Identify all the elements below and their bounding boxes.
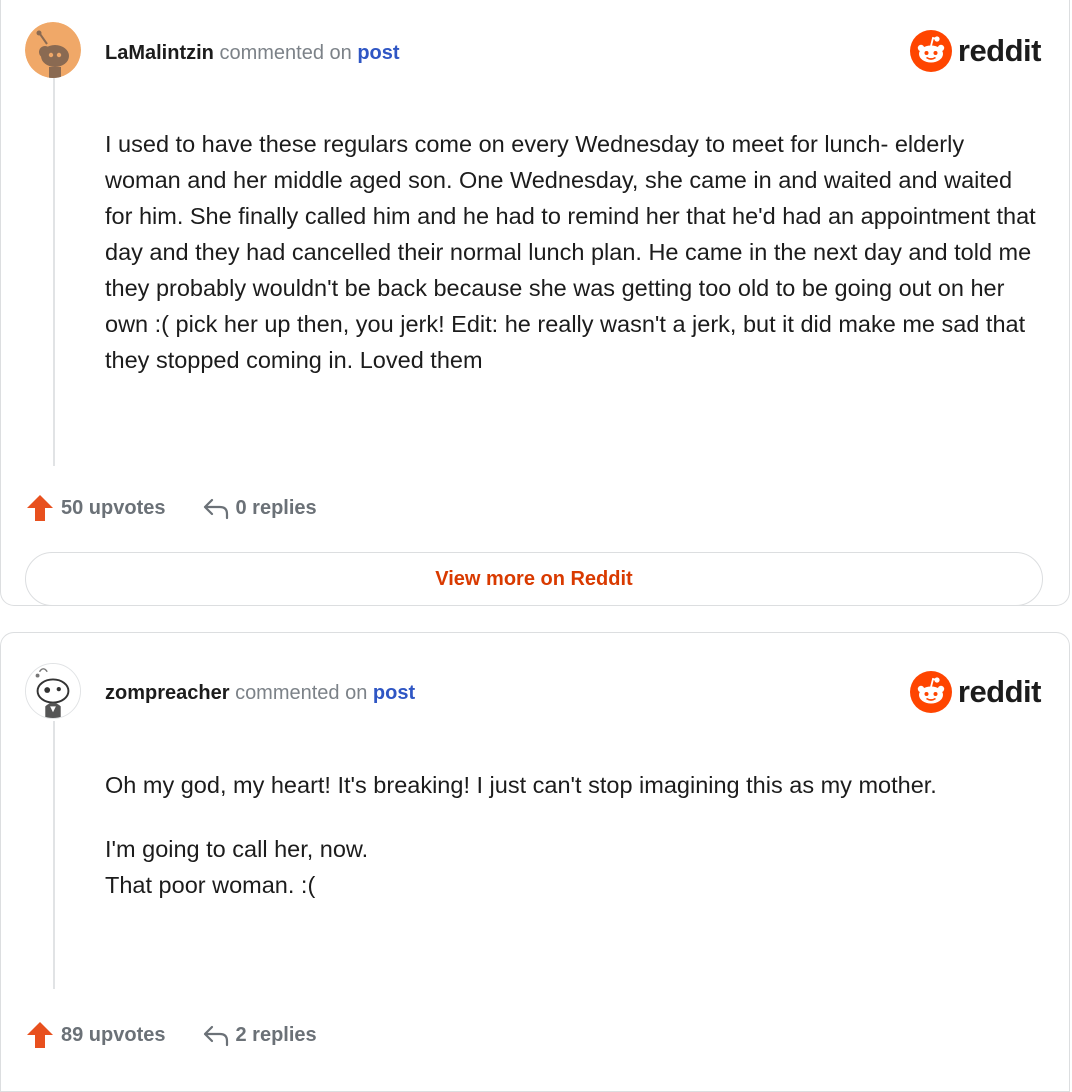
- reddit-logo[interactable]: reddit: [909, 28, 1042, 74]
- user-avatar[interactable]: [25, 663, 81, 719]
- snoo-avatar-icon: [25, 22, 81, 78]
- reddit-wordmark: reddit: [957, 674, 1042, 709]
- author-name[interactable]: zompreacher: [105, 682, 230, 704]
- reddit-snoo-icon: [909, 30, 952, 72]
- upvote-arrow-icon[interactable]: [25, 1020, 55, 1050]
- author-name[interactable]: LaMalintzin: [105, 42, 214, 64]
- comment-paragraph: I'm going to call her, now. That poor wo…: [105, 836, 369, 898]
- upvote-count: 50 upvotes: [61, 496, 166, 519]
- reply-count[interactable]: 2 replies: [235, 1024, 316, 1047]
- reply-count[interactable]: 0 replies: [235, 497, 316, 520]
- commented-on-text: commented on: [235, 682, 368, 704]
- comment-paragraph: Oh my god, my heart! It's breaking! I ju…: [105, 772, 937, 798]
- post-link[interactable]: post: [357, 42, 399, 64]
- comment-actions: 50 upvotes 0 replies: [25, 492, 317, 524]
- comment-header: LaMalintzin commented on post: [105, 41, 400, 65]
- comment-card: zompreacher commented on post reddit Oh …: [0, 632, 1070, 1092]
- upvote-count: 89 upvotes: [61, 1023, 166, 1046]
- comment-card: LaMalintzin commented on post reddit I u…: [0, 0, 1070, 606]
- snoo-avatar-icon: [26, 664, 80, 718]
- commented-on-text: commented on: [219, 42, 352, 64]
- thread-line: [53, 76, 55, 466]
- comment-header: zompreacher commented on post: [105, 681, 415, 705]
- reddit-logo[interactable]: reddit: [909, 669, 1042, 715]
- upvote-arrow-icon[interactable]: [25, 493, 55, 523]
- comment-body: I used to have these regulars come on ev…: [105, 126, 1040, 378]
- user-avatar[interactable]: [25, 22, 81, 78]
- comment-actions: 89 upvotes 2 replies: [25, 1019, 317, 1051]
- reddit-snoo-icon: [909, 671, 952, 713]
- post-link[interactable]: post: [373, 682, 415, 704]
- reply-arrow-icon[interactable]: [201, 1020, 231, 1050]
- view-more-button[interactable]: View more on Reddit: [25, 552, 1043, 606]
- reply-arrow-icon[interactable]: [201, 493, 231, 523]
- reddit-wordmark: reddit: [957, 33, 1042, 68]
- thread-line: [53, 721, 55, 989]
- comment-paragraph: I used to have these regulars come on ev…: [105, 131, 1036, 373]
- comment-body: Oh my god, my heart! It's breaking! I ju…: [105, 767, 1040, 903]
